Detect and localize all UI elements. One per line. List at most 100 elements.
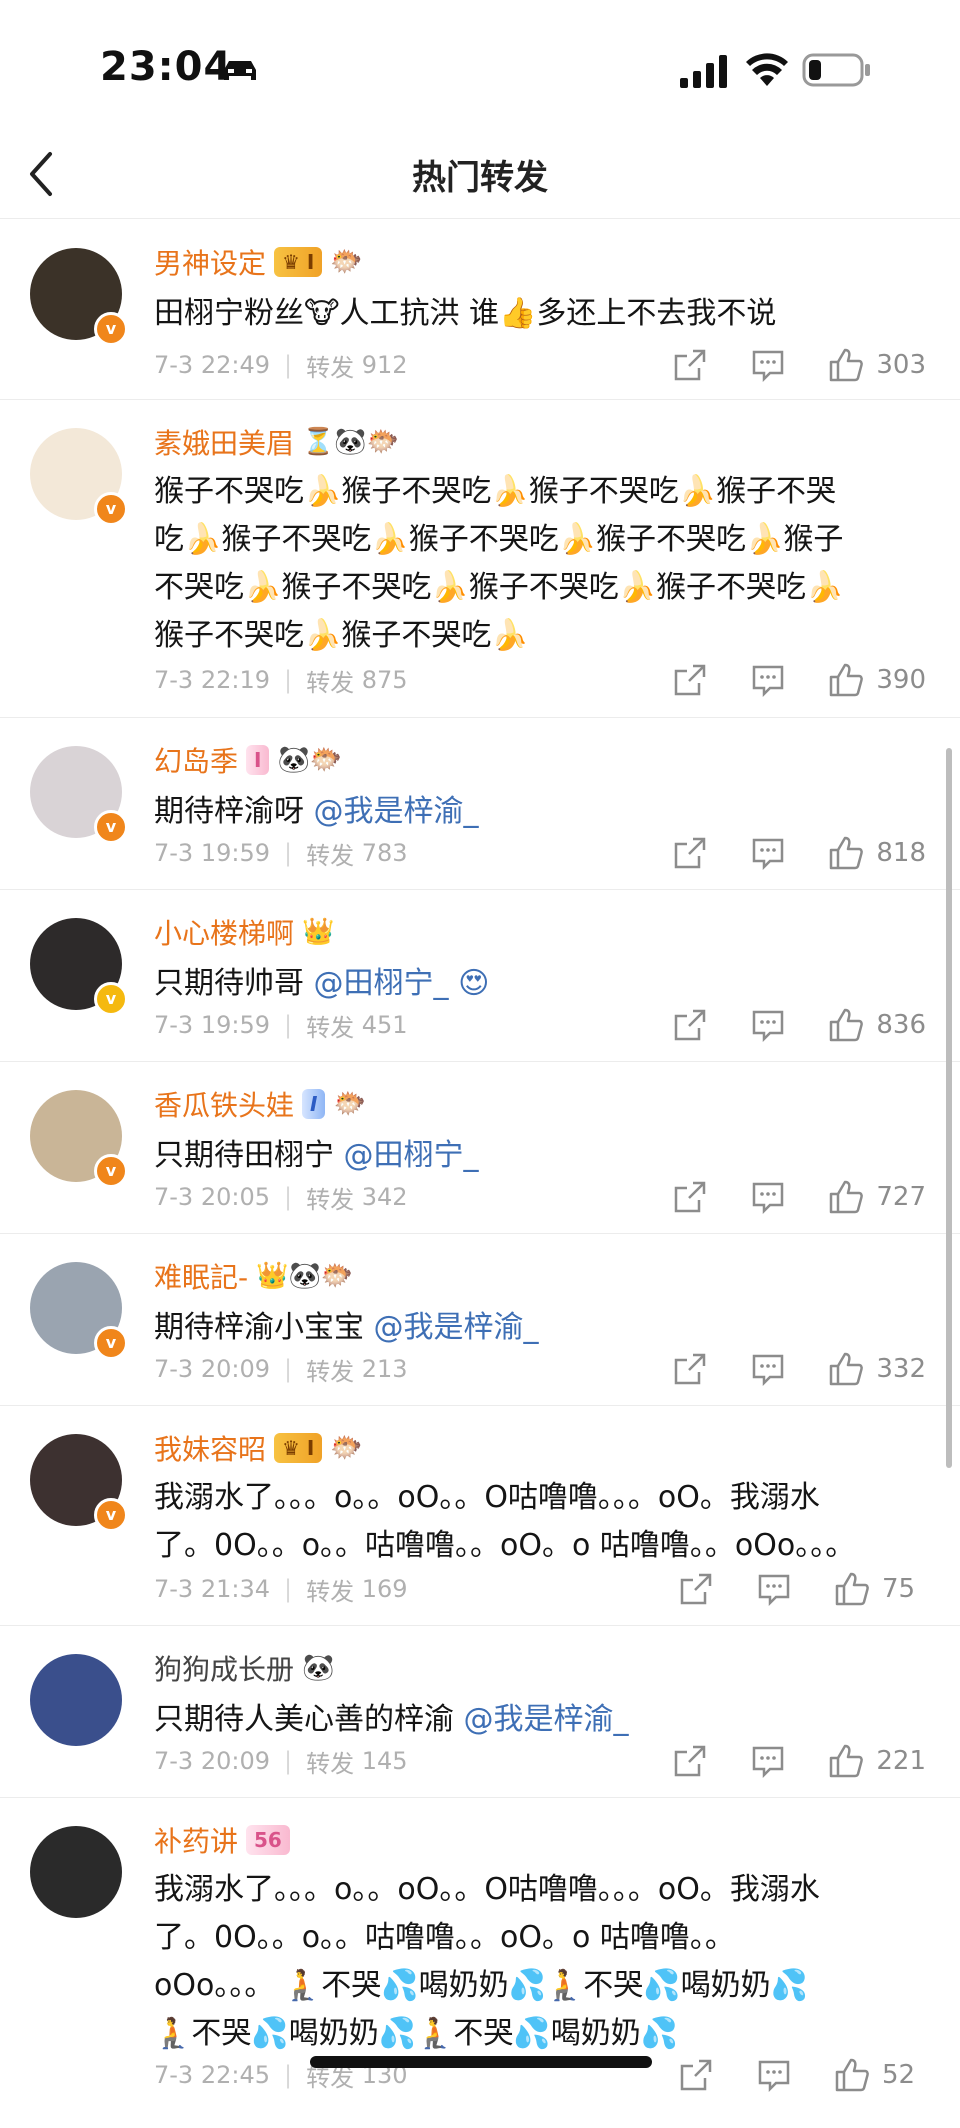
comment-icon bbox=[758, 1574, 790, 1606]
like-button[interactable] bbox=[832, 1569, 872, 1609]
fan-emoji-badge: 🐼 bbox=[302, 1653, 335, 1683]
like-button[interactable] bbox=[832, 2055, 872, 2095]
fan-emoji-badge: 🐡 bbox=[330, 247, 363, 277]
content-line: 了。0O。。o。。咕噜噜。。oO。o 咕噜噜。。oOo。。。 bbox=[154, 1528, 856, 1563]
like-button[interactable] bbox=[826, 1741, 866, 1781]
share-icon bbox=[675, 1353, 706, 1385]
post-actions: 818 bbox=[632, 833, 926, 873]
username[interactable]: 我妹容昭 bbox=[154, 1428, 266, 1468]
scrollbar[interactable] bbox=[946, 748, 952, 1468]
post-meta: 7-3 20:09 | 转发 145 bbox=[154, 1746, 408, 1778]
fan-level-badge: I bbox=[246, 745, 270, 775]
mention-link[interactable]: @我是梓渝_ bbox=[374, 1310, 539, 1345]
share-icon bbox=[675, 349, 706, 381]
crown-icon: 👑 bbox=[302, 917, 335, 947]
username[interactable]: 幻岛季 bbox=[154, 740, 238, 780]
comment-button[interactable] bbox=[748, 345, 788, 385]
like-count: 221 bbox=[876, 1746, 926, 1776]
share-icon bbox=[675, 1009, 706, 1041]
thumbs-up-icon bbox=[830, 1180, 864, 1214]
comment-button[interactable] bbox=[748, 1005, 788, 1045]
post-meta: 7-3 22:49 | 转发 912 bbox=[154, 350, 408, 382]
like-button[interactable] bbox=[826, 345, 866, 385]
verified-badge-icon: v bbox=[94, 492, 128, 526]
repost-item: 狗狗成长册 🐼 只期待人美心善的梓渝 @我是梓渝_ 7-3 20:09 | 转发 1… bbox=[0, 1626, 960, 1798]
mention-link[interactable]: @田栩宁_ 😍 bbox=[314, 966, 490, 1001]
post-meta: 7-3 19:59 | 转发 451 bbox=[154, 1010, 408, 1042]
username[interactable]: 难眠記- bbox=[154, 1256, 248, 1296]
share-button[interactable] bbox=[670, 345, 710, 385]
verified-badge-icon: v bbox=[94, 982, 128, 1016]
repost-item: v 素娥田美眉 ⏳🐼🐡 猴子不哭吃🍌猴子不哭吃🍌猴子不哭吃🍌猴子不哭 吃🍌猴子不… bbox=[0, 400, 960, 718]
comment-icon bbox=[753, 1354, 784, 1386]
comment-button[interactable] bbox=[748, 1349, 788, 1389]
share-button[interactable] bbox=[670, 1741, 710, 1781]
content-line: 猴子不哭吃🍌猴子不哭吃🍌猴子不哭吃🍌猴子不哭 bbox=[154, 474, 837, 509]
comment-icon bbox=[758, 2060, 790, 2092]
avatar[interactable] bbox=[30, 1826, 122, 1918]
username[interactable]: 素娥田美眉 bbox=[154, 422, 294, 462]
repost-label: 转发 bbox=[306, 1185, 355, 1214]
share-button[interactable] bbox=[676, 1569, 716, 1609]
share-icon bbox=[675, 664, 706, 696]
home-indicator[interactable] bbox=[310, 2056, 652, 2068]
mention-link[interactable]: @田栩宁_ bbox=[344, 1138, 479, 1173]
like-button[interactable] bbox=[826, 1349, 866, 1389]
username[interactable]: 补药讲 bbox=[154, 1820, 238, 1860]
verified-badge-icon: v bbox=[94, 1498, 128, 1532]
share-button[interactable] bbox=[670, 833, 710, 873]
content-line: oOo。。。 🧎不哭💦喝奶奶💦🧎不哭💦喝奶奶💦 bbox=[154, 1968, 808, 2003]
post-content: 期待梓渝小宝宝 @我是梓渝_ bbox=[154, 1304, 914, 1352]
comment-button[interactable] bbox=[754, 1569, 794, 1609]
comment-button[interactable] bbox=[748, 1177, 788, 1217]
post-meta: 7-3 19:59 | 转发 783 bbox=[154, 838, 408, 870]
thumbs-up-icon bbox=[835, 1572, 869, 1606]
mention-link[interactable]: @我是梓渝_ bbox=[314, 794, 479, 829]
share-icon bbox=[675, 1181, 706, 1213]
avatar[interactable] bbox=[30, 1654, 122, 1746]
comment-button[interactable] bbox=[754, 2055, 794, 2095]
share-button[interactable] bbox=[676, 2055, 716, 2095]
content-text: 期待梓渝小宝宝 bbox=[154, 1310, 374, 1345]
post-content: 我溺水了。。。o。。oO。。O咕噜噜。。。oO。我溺水 了。0O。。o。。咕噜噜… bbox=[154, 1866, 914, 2058]
like-button[interactable] bbox=[826, 833, 866, 873]
like-button[interactable] bbox=[826, 1005, 866, 1045]
content-line: 田栩宁粉丝🐮人工抗洪 谁👍多还上不去我不说 bbox=[154, 296, 777, 331]
thumbs-up-icon bbox=[830, 1008, 864, 1042]
share-button[interactable] bbox=[670, 1349, 710, 1389]
like-count: 818 bbox=[876, 838, 926, 868]
username[interactable]: 小心楼梯啊 bbox=[154, 912, 294, 952]
comment-button[interactable] bbox=[748, 833, 788, 873]
mention-link[interactable]: @我是梓渝_ bbox=[464, 1702, 629, 1737]
share-button[interactable] bbox=[670, 1005, 710, 1045]
thumbs-up-icon bbox=[830, 836, 864, 870]
username[interactable]: 男神设定 bbox=[154, 242, 266, 282]
repost-count: 783 bbox=[361, 839, 408, 867]
post-time: 7-3 22:19 bbox=[154, 666, 270, 694]
repost-item: v 我妹容昭 ♛ I 🐡 我溺水了。。。o。。oO。。O咕噜噜。。。oO。我溺水… bbox=[0, 1406, 960, 1626]
post-actions: 836 bbox=[632, 1005, 926, 1045]
share-icon bbox=[675, 1745, 706, 1777]
like-count: 390 bbox=[876, 665, 926, 695]
like-count: 836 bbox=[876, 1010, 926, 1040]
comment-button[interactable] bbox=[748, 1741, 788, 1781]
like-button[interactable] bbox=[826, 660, 866, 700]
post-content: 只期待田栩宁 @田栩宁_ bbox=[154, 1132, 914, 1180]
status-bar: 23:04 bbox=[0, 0, 960, 130]
name-row: 小心楼梯啊 👑 bbox=[154, 912, 334, 952]
content-line: 我溺水了。。。o。。oO。。O咕噜噜。。。oO。我溺水 bbox=[154, 1480, 820, 1515]
share-button[interactable] bbox=[670, 660, 710, 700]
comment-button[interactable] bbox=[748, 660, 788, 700]
like-button[interactable] bbox=[826, 1177, 866, 1217]
post-time: 7-3 20:05 bbox=[154, 1183, 270, 1211]
username[interactable]: 狗狗成长册 bbox=[154, 1648, 294, 1688]
cellular-signal-icon bbox=[680, 54, 730, 88]
page-title: 热门转发 bbox=[412, 158, 548, 198]
fan-emoji-badge: 👑🐼🐡 bbox=[256, 1261, 354, 1291]
car-icon bbox=[220, 58, 260, 84]
comment-icon bbox=[753, 1182, 784, 1214]
repost-count: 451 bbox=[361, 1011, 408, 1039]
content-line: 猴子不哭吃🍌猴子不哭吃🍌 bbox=[154, 618, 529, 653]
username[interactable]: 香瓜铁头娃 bbox=[154, 1084, 294, 1124]
share-button[interactable] bbox=[670, 1177, 710, 1217]
